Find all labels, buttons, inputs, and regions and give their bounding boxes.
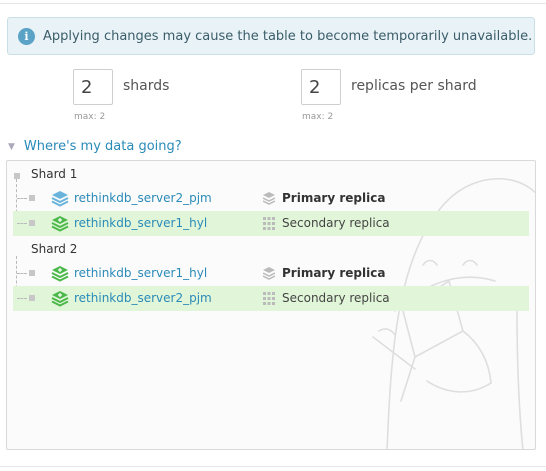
server-link[interactable]: rethinkdb_server2_pjm (74, 191, 212, 205)
server-layers-icon (51, 291, 69, 307)
secondary-grid-icon (263, 292, 275, 305)
server-layers-icon (51, 216, 69, 232)
replicas-config: replicas per shard max: 2 (301, 69, 477, 122)
info-icon: i (18, 27, 35, 45)
replica-role: Secondary replica (282, 291, 390, 305)
replica-row: rethinkdb_server1_hyl Primary replica (13, 261, 529, 286)
top-divider (0, 3, 546, 4)
tree-connector (17, 298, 27, 299)
replica-row: rethinkdb_server1_hyl Secondary replica (13, 211, 529, 236)
tree-node-box (29, 195, 35, 201)
shard-title: Shard 1 (31, 167, 78, 181)
toggle-label: Where's my data going? (23, 139, 182, 154)
alert-text: Applying changes may cause the table to … (43, 28, 533, 44)
replica-role: Primary replica (282, 266, 386, 280)
data-distribution-toggle[interactable]: ▼ Where's my data going? (8, 139, 182, 154)
shards-max-note: max: 2 (74, 112, 106, 122)
server-layers-icon (51, 266, 69, 282)
secondary-grid-icon (263, 217, 275, 230)
server-link[interactable]: rethinkdb_server1_hyl (74, 216, 207, 230)
tree-connector (17, 198, 27, 199)
shard-tree-panel: Shard 1 rethinkdb_server2_pjm Primary re… (6, 160, 536, 450)
shards-label: shards (123, 78, 170, 94)
tree-node-box (29, 295, 35, 301)
shards-input[interactable] (73, 69, 113, 105)
caret-down-icon: ▼ (8, 141, 15, 152)
tree-connector (17, 273, 27, 274)
replicas-max-note: max: 2 (302, 112, 334, 122)
shard-title: Shard 2 (31, 242, 78, 256)
replicas-input[interactable] (301, 69, 341, 105)
server-link[interactable]: rethinkdb_server2_pjm (74, 291, 212, 305)
replicas-label: replicas per shard (351, 78, 477, 94)
primary-layers-icon (263, 267, 275, 280)
replica-role: Primary replica (282, 191, 386, 205)
replica-role: Secondary replica (282, 216, 390, 230)
replica-row: rethinkdb_server2_pjm Primary replica (13, 186, 529, 211)
tree-connector (17, 223, 27, 224)
tree-node-box (29, 220, 35, 226)
tree-node-box (29, 270, 35, 276)
server-link[interactable]: rethinkdb_server1_hyl (74, 266, 207, 280)
tree-node-box (14, 173, 20, 179)
replica-row: rethinkdb_server2_pjm Secondary replica (13, 286, 529, 311)
server-layers-icon (51, 191, 69, 207)
bottom-divider (0, 466, 546, 467)
primary-layers-icon (263, 192, 275, 205)
shards-config: shards max: 2 (73, 69, 169, 122)
info-alert: i Applying changes may cause the table t… (7, 17, 535, 55)
